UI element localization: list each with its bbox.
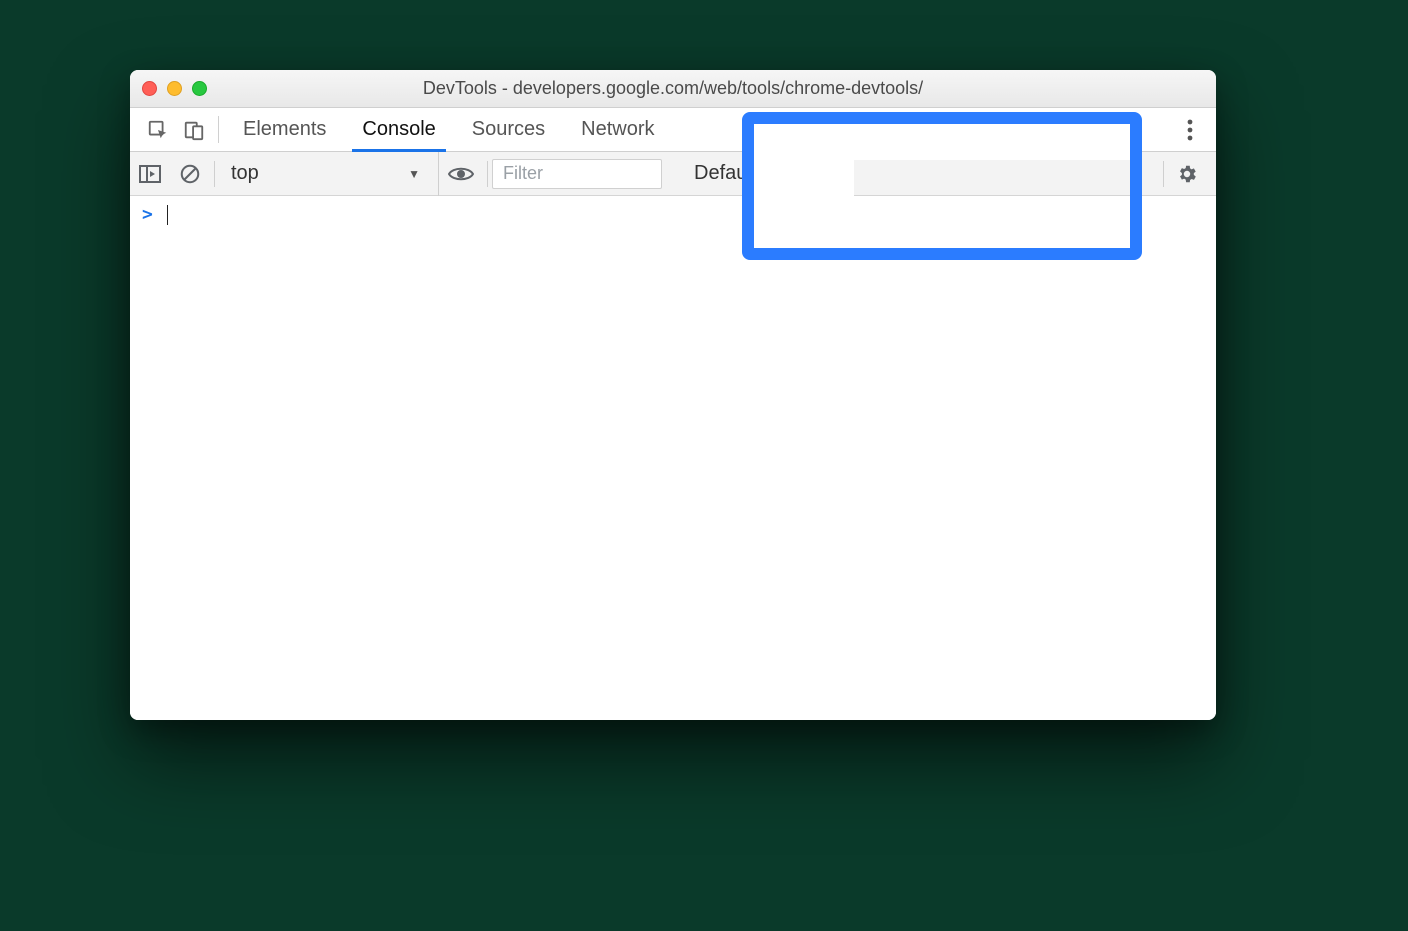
separator: [487, 161, 488, 187]
prompt-chevron-icon: >: [142, 204, 153, 225]
separator: [1163, 161, 1164, 187]
separator: [218, 116, 219, 143]
execution-context-selector[interactable]: top ▼: [219, 152, 439, 196]
clear-console-icon[interactable]: [170, 152, 210, 196]
panel-tabbar: Elements Console Sources Network Perform…: [130, 108, 1216, 152]
separator: [214, 161, 215, 187]
minimize-window-button[interactable]: [167, 81, 182, 96]
text-caret: [167, 205, 168, 225]
tab-label: Sources: [472, 118, 545, 141]
tab-label: Elements: [243, 118, 326, 141]
console-prompt[interactable]: >: [142, 204, 1204, 225]
console-settings-icon[interactable]: [1168, 163, 1206, 185]
close-window-button[interactable]: [142, 81, 157, 96]
tab-console[interactable]: Console: [344, 108, 453, 151]
devtools-window: DevTools - developers.google.com/web/too…: [130, 70, 1216, 720]
tab-label: Network: [581, 118, 654, 141]
chevron-down-icon: ▼: [822, 167, 834, 181]
tab-network[interactable]: Network: [563, 108, 672, 151]
log-levels-dropdown[interactable]: Default levels ▼: [686, 162, 848, 185]
toggle-device-toolbar-icon[interactable]: [176, 108, 212, 151]
tab-elements[interactable]: Elements: [225, 108, 344, 151]
levels-label: Default levels: [694, 162, 814, 185]
console-toolbar: top ▼ Filter Default levels ▼: [130, 152, 1216, 196]
chevron-down-icon: ▼: [408, 167, 420, 181]
filter-input[interactable]: Filter: [492, 159, 662, 189]
zoom-window-button[interactable]: [192, 81, 207, 96]
context-label: top: [231, 162, 259, 185]
more-options-icon[interactable]: [1172, 119, 1208, 141]
tab-sources[interactable]: Sources: [454, 108, 563, 151]
inspect-element-icon[interactable]: [140, 108, 176, 151]
live-expression-icon[interactable]: [439, 165, 483, 183]
show-console-sidebar-icon[interactable]: [130, 152, 170, 196]
tab-label: Console: [362, 118, 435, 141]
traffic-lights: [142, 81, 207, 96]
filter-placeholder: Filter: [503, 163, 543, 184]
console-output-area[interactable]: >: [130, 196, 1216, 720]
window-title: DevTools - developers.google.com/web/too…: [130, 78, 1216, 99]
titlebar: DevTools - developers.google.com/web/too…: [130, 70, 1216, 108]
